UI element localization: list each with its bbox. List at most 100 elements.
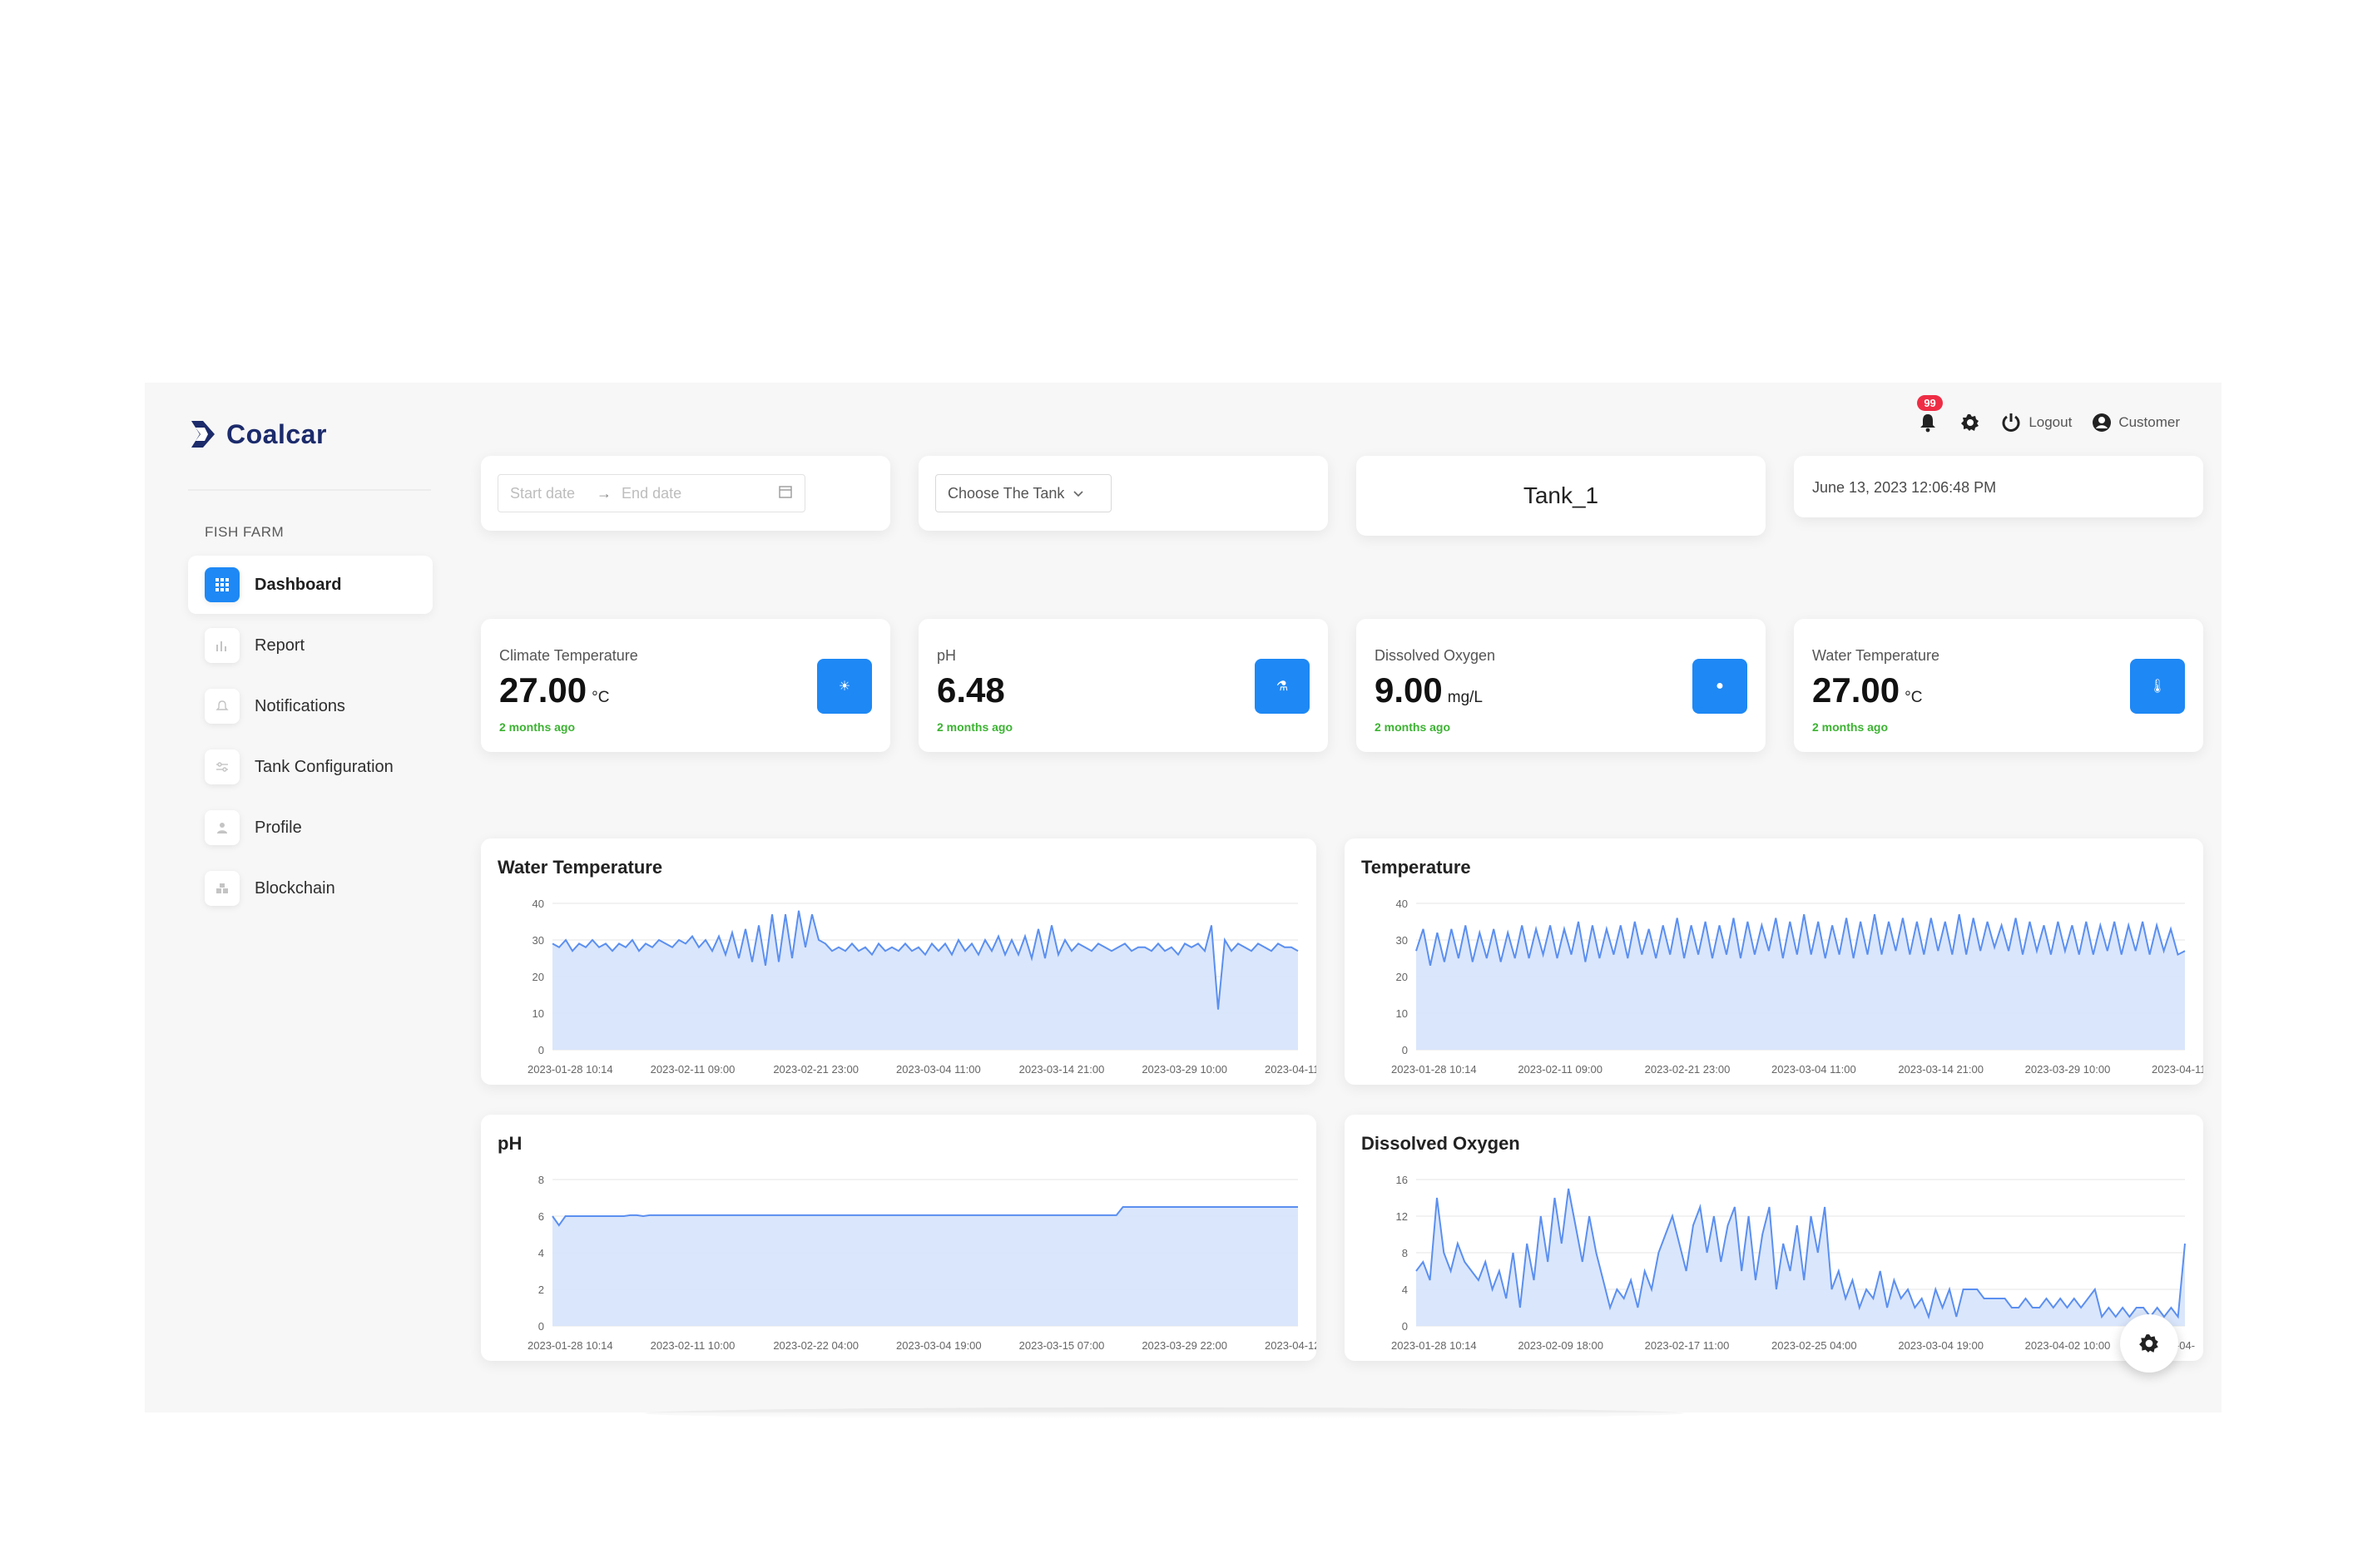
end-date-input[interactable]: End date bbox=[622, 485, 681, 502]
x-tick-label: 2023-03-29 22:00 bbox=[1142, 1339, 1227, 1352]
sidebar-item-tank-configuration[interactable]: Tank Configuration bbox=[188, 738, 433, 796]
chart-title: Water Temperature bbox=[498, 857, 663, 878]
calendar-icon bbox=[778, 484, 793, 503]
logout-button[interactable]: Logout bbox=[2000, 412, 2072, 433]
user-icon bbox=[205, 810, 240, 845]
x-tick-label: 2023-02-17 11:00 bbox=[1645, 1339, 1730, 1352]
sidebar-item-label: Blockchain bbox=[255, 878, 335, 898]
chevron-down-icon bbox=[1072, 485, 1084, 502]
flask-icon[interactable]: ⚗ bbox=[1255, 659, 1310, 714]
metric-value: 6.48 bbox=[937, 670, 1005, 710]
x-tick-label: 2023-02-21 23:00 bbox=[773, 1063, 859, 1076]
metric-title: Water Temperature bbox=[1812, 647, 1940, 664]
y-tick-label: 4 bbox=[538, 1247, 544, 1259]
sidebar-item-notifications[interactable]: Notifications bbox=[188, 677, 433, 735]
y-tick-label: 10 bbox=[533, 1007, 544, 1020]
date-range-picker[interactable]: Start date → End date bbox=[498, 474, 805, 512]
current-datetime: June 13, 2023 12:06:48 PM bbox=[1812, 479, 1997, 496]
bubbles-icon[interactable]: ● bbox=[1692, 659, 1747, 714]
x-tick-label: 2023-01-28 10:14 bbox=[1391, 1063, 1477, 1076]
chart-card-temperature: Temperature 0 10 20 30 40 2023-01-28 10:14 202… bbox=[1345, 838, 2203, 1085]
sidebar-item-profile[interactable]: Profile bbox=[188, 799, 433, 857]
x-tick-label: 2023-03-14 21:00 bbox=[1019, 1063, 1105, 1076]
start-date-input[interactable]: Start date bbox=[510, 485, 575, 502]
x-tick-label: 2023-04-11 17:00 bbox=[2152, 1063, 2203, 1076]
y-tick-label: 0 bbox=[538, 1320, 544, 1333]
sidebar-item-dashboard[interactable]: Dashboard bbox=[188, 556, 433, 614]
x-tick-label: 2023-04-02 10:00 bbox=[2025, 1339, 2111, 1352]
x-tick-label: 2023-03-04 11:00 bbox=[1771, 1063, 1856, 1076]
sidebar-item-report[interactable]: Report bbox=[188, 616, 433, 675]
metric-updated: 2 months ago bbox=[937, 720, 1013, 734]
tank-select-card: Choose The Tank bbox=[919, 456, 1328, 531]
brand-logo[interactable]: Coalcar bbox=[188, 418, 327, 451]
x-tick-label: 2023-03-04 11:00 bbox=[896, 1063, 981, 1076]
sidebar-item-blockchain[interactable]: Blockchain bbox=[188, 859, 433, 918]
x-tick-label: 2023-02-22 04:00 bbox=[773, 1339, 859, 1352]
y-tick-label: 8 bbox=[1402, 1247, 1408, 1259]
tank-select[interactable]: Choose The Tank bbox=[935, 474, 1112, 512]
x-tick-label: 2023-02-11 09:00 bbox=[1518, 1063, 1603, 1076]
x-tick-label: 2023-02-21 23:00 bbox=[1645, 1063, 1731, 1076]
series-area bbox=[552, 910, 1298, 1050]
brand-name: Coalcar bbox=[226, 418, 327, 449]
chart-card-dissolved-oxygen: Dissolved Oxygen 0 4 8 12 16 2023-01-28 10:14… bbox=[1345, 1115, 2203, 1361]
metric-card-climate-temperature: Climate Temperature 27.00 °C 2 months ago… bbox=[481, 619, 890, 752]
metric-card-ph: pH 6.48 2 months ago ⚗ bbox=[919, 619, 1328, 752]
metric-title: Climate Temperature bbox=[499, 647, 638, 664]
user-menu[interactable]: Customer bbox=[2092, 413, 2180, 433]
y-tick-label: 2 bbox=[538, 1284, 544, 1296]
settings-button[interactable] bbox=[1960, 413, 1980, 433]
tank-select-label: Choose The Tank bbox=[948, 484, 1065, 502]
chart-card-ph: pH 0 2 4 6 8 2023-01-28 10:14 2023-02-11 10:00… bbox=[481, 1115, 1316, 1361]
temperature-chart: 0 10 20 30 40 2023-01-28 10:14 2023-02-11 09:0… bbox=[1391, 898, 2203, 1076]
user-circle-icon bbox=[2093, 413, 2112, 432]
dissolved-oxygen-chart: 0 4 8 12 16 2023-01-28 10:14 2023-02-09 18:00 2… bbox=[1391, 1174, 2195, 1352]
tank-name-card: Tank_1 bbox=[1356, 456, 1766, 536]
x-tick-label: 2023-02-11 09:00 bbox=[651, 1063, 736, 1076]
top-bar: 99 Logout Customer bbox=[1915, 395, 2180, 448]
sidebar-item-label: Profile bbox=[255, 818, 302, 837]
y-tick-label: 20 bbox=[1396, 971, 1408, 983]
bottom-shadow bbox=[644, 1407, 1684, 1419]
sliders-icon bbox=[205, 749, 240, 784]
x-tick-label: 2023-02-25 04:00 bbox=[1771, 1339, 1857, 1352]
ph-chart: 0 2 4 6 8 2023-01-28 10:14 2023-02-11 10:00 202… bbox=[528, 1174, 1316, 1352]
tank-name: Tank_1 bbox=[1523, 482, 1599, 508]
metric-title: pH bbox=[937, 647, 957, 664]
metric-updated: 2 months ago bbox=[1375, 720, 1451, 734]
thermometer-icon[interactable]: 🌡 bbox=[2130, 659, 2185, 714]
notifications-button[interactable]: 99 bbox=[1915, 395, 1943, 435]
sidebar-item-label: Tank Configuration bbox=[255, 757, 394, 776]
y-tick-label: 6 bbox=[538, 1210, 544, 1223]
series-area bbox=[552, 1207, 1298, 1326]
grid-icon bbox=[205, 567, 240, 602]
app-window: Coalcar FISH FARM Dashboard Report Notif… bbox=[145, 383, 2222, 1419]
sun-icon[interactable]: ☀ bbox=[817, 659, 872, 714]
gear-icon bbox=[2139, 1334, 2158, 1353]
x-tick-label: 2023-04-11 15:00 bbox=[1265, 1063, 1316, 1076]
y-tick-label: 40 bbox=[533, 898, 544, 910]
metric-value: 9.00 mg/L bbox=[1375, 670, 1483, 710]
x-tick-label: 2023-04-12 05:00 bbox=[1265, 1339, 1316, 1352]
y-tick-label: 0 bbox=[1402, 1320, 1408, 1333]
metric-updated: 2 months ago bbox=[1812, 720, 1889, 734]
metric-card-water-temperature: Water Temperature 27.00 °C 2 months ago 🌡 bbox=[1794, 619, 2203, 752]
x-tick-label: 2023-02-09 18:00 bbox=[1518, 1339, 1603, 1352]
bar-chart-icon bbox=[205, 628, 240, 663]
bell-icon bbox=[1920, 414, 1936, 433]
y-tick-label: 16 bbox=[1396, 1174, 1408, 1186]
y-tick-label: 12 bbox=[1396, 1210, 1408, 1223]
x-tick-label: 2023-03-04 19:00 bbox=[1898, 1339, 1984, 1352]
blocks-icon bbox=[205, 871, 240, 906]
x-tick-label: 2023-03-29 10:00 bbox=[1142, 1063, 1227, 1076]
metric-value: 27.00 °C bbox=[499, 670, 610, 710]
chart-card-water-temperature: Water Temperature 0 10 20 30 40 2023-01-28 10… bbox=[481, 838, 1316, 1085]
datetime-card: June 13, 2023 12:06:48 PM bbox=[1794, 456, 2203, 517]
y-tick-label: 30 bbox=[533, 934, 544, 947]
settings-fab-button[interactable] bbox=[2120, 1314, 2178, 1373]
notification-count-badge: 99 bbox=[1917, 395, 1943, 411]
sidebar-item-label: Dashboard bbox=[255, 575, 342, 594]
logout-label: Logout bbox=[2029, 414, 2073, 430]
sidebar-nav: Dashboard Report Notifications Tank Conf… bbox=[188, 556, 433, 920]
